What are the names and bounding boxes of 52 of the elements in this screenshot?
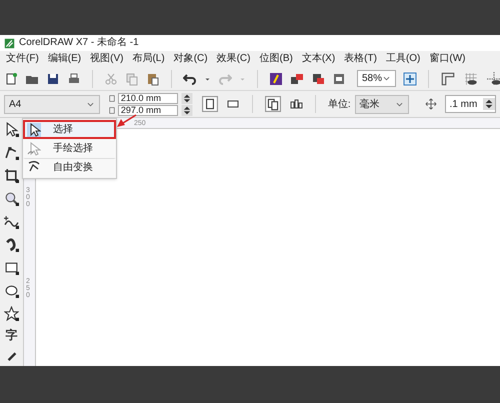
pick-tool-icon — [27, 122, 41, 136]
freehand-pick-icon — [27, 142, 41, 156]
crop-tool-icon[interactable] — [4, 168, 19, 183]
nudge-field[interactable]: .1 mm — [444, 95, 496, 113]
menu-item[interactable]: 视图(V) — [90, 54, 124, 64]
print-icon[interactable] — [67, 72, 81, 86]
flyout-item[interactable]: 手绘选择 — [23, 139, 116, 158]
undo-icon[interactable] — [183, 72, 197, 86]
rectangle-tool-icon[interactable] — [4, 260, 19, 275]
menu-item[interactable]: 位图(B) — [259, 54, 293, 64]
menu-item[interactable]: 编辑(E) — [48, 54, 82, 64]
guidelines-icon[interactable] — [486, 70, 500, 86]
new-document-icon[interactable] — [4, 72, 18, 86]
freehand-tool-icon[interactable] — [4, 214, 19, 229]
menu-item[interactable]: 文件(F) — [6, 54, 39, 64]
spinner-icon[interactable] — [180, 104, 194, 116]
zoom-tool-icon[interactable] — [4, 191, 19, 206]
ellipse-tool-icon[interactable] — [4, 283, 19, 298]
menu-item[interactable]: 工具(O) — [386, 54, 420, 64]
paste-icon[interactable] — [146, 72, 160, 86]
page-width-icon — [108, 92, 116, 104]
menu-item[interactable]: 效果(C) — [216, 54, 250, 64]
caret-icon — [382, 74, 392, 83]
spinner-icon[interactable] — [482, 96, 495, 112]
nudge-icon — [424, 98, 436, 110]
portrait-icon[interactable] — [202, 96, 218, 112]
star-tool-icon[interactable] — [4, 306, 19, 321]
pick-tool-icon[interactable] — [4, 122, 19, 137]
grid-view-icon[interactable] — [463, 70, 480, 86]
full-screen-icon[interactable] — [403, 72, 418, 86]
menu-item[interactable]: 表格(T) — [344, 54, 377, 64]
spinner-icon[interactable] — [180, 92, 194, 104]
units-label: 单位: — [328, 98, 351, 112]
zoom-dropdown[interactable]: 58% — [357, 70, 396, 87]
dimension-field[interactable]: 210.0 mm — [118, 92, 178, 104]
all-pages-icon[interactable] — [264, 96, 281, 112]
units-dropdown[interactable]: 毫米 — [354, 94, 408, 114]
save-icon[interactable] — [46, 72, 60, 86]
import-icon[interactable] — [269, 72, 283, 86]
menu-item[interactable]: 布局(L) — [132, 54, 165, 64]
text-tool[interactable]: 字 — [6, 329, 18, 341]
menu-item[interactable]: 对象(C) — [174, 54, 208, 64]
menu-item[interactable]: 窗口(W) — [429, 54, 466, 64]
page-size-dropdown[interactable]: A4 — [4, 94, 100, 114]
flyout-item[interactable]: 自由变换 — [23, 158, 116, 177]
current-page-icon[interactable] — [288, 97, 303, 111]
menu-item[interactable]: 文本(X) — [302, 54, 336, 64]
dimension-field[interactable]: 297.0 mm — [118, 104, 178, 116]
flyout-item[interactable]: 选择 — [23, 120, 116, 139]
page-height-icon — [108, 104, 116, 116]
window-title: CorelDRAW X7 - 未命名 -1 — [19, 38, 139, 48]
app-logo-icon — [4, 38, 15, 48]
